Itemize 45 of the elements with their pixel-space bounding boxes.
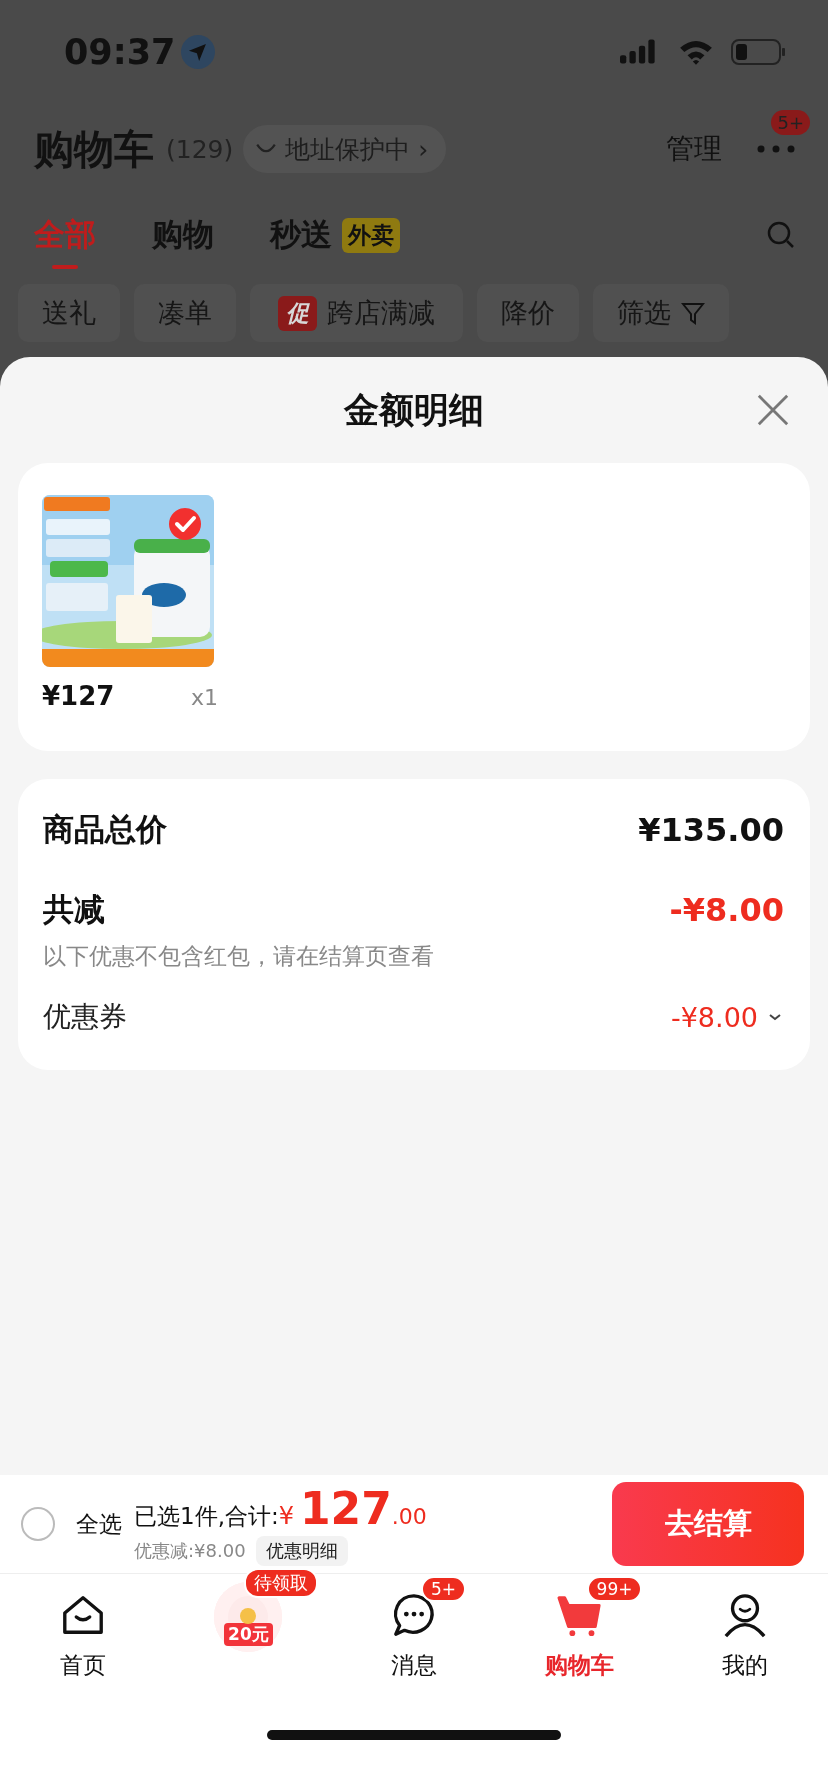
more-icon[interactable] [756,144,796,154]
currency-sign: ¥ [278,1501,294,1530]
battery-icon [730,38,788,66]
item-price: ¥127 [42,681,115,711]
total-decimals: .00 [391,1503,427,1529]
nav-label[interactable]: 首页 [59,1650,106,1681]
notification-badge: 99+ [586,1576,643,1602]
reduction-amount: -¥8.00 [669,891,784,929]
discount-text: 优惠减:¥8.00 [134,1538,246,1563]
notification-badge: 5+ [771,110,810,135]
close-icon[interactable] [756,393,790,427]
total-label: 商品总价 [43,810,167,849]
coupon-label: 优惠券 [43,999,128,1035]
status-time: 09:37 [64,32,176,72]
search-icon[interactable] [766,220,796,250]
filter-chip[interactable]: 促 跨店满减 [250,284,463,342]
coupon-amount[interactable]: -¥8.00 [670,1001,758,1033]
filter-chip[interactable]: 凑单 [134,284,236,342]
filter-chip[interactable]: 筛选 [593,284,729,342]
item-quantity: x1 [190,685,218,710]
select-all-label[interactable]: 全选 [76,1508,122,1540]
reduction-note: 以下优惠不包含红包，请在结算页查看 [43,942,435,971]
discount-detail-button[interactable]: 优惠明细 [255,1535,348,1566]
total-price: ¥135.00 [638,811,784,849]
select-all-checkbox[interactable] [20,1506,56,1542]
nav-label[interactable]: 购物车 [545,1650,615,1681]
selected-summary: 已选1件,合计: [134,1501,279,1531]
chevron-down-icon[interactable] [768,1013,782,1021]
checkout-button[interactable]: 去结算 [612,1482,804,1566]
nav-label[interactable]: 我的 [722,1650,769,1681]
notification-badge: 5+ [421,1576,467,1602]
sheet-title: 金额明细 [344,388,484,432]
reduction-label: 共减 [43,890,105,929]
nav-label[interactable]: 消息 [391,1650,437,1681]
tab[interactable]: 秒送 外卖 [270,205,400,265]
filter-icon[interactable] [681,301,705,325]
total-amount: 127 [300,1482,392,1534]
chevron-right-icon[interactable]: › [418,134,429,164]
wifi-icon [678,38,714,66]
page-title: 购物车 [34,124,154,174]
manage-button[interactable]: 管理 [666,130,722,168]
filter-chip[interactable]: 降价 [477,284,579,342]
tab[interactable]: 购物 [152,205,214,265]
notification-badge: 待领取 [244,1568,319,1598]
filter-chip[interactable]: 送礼 [18,284,120,342]
